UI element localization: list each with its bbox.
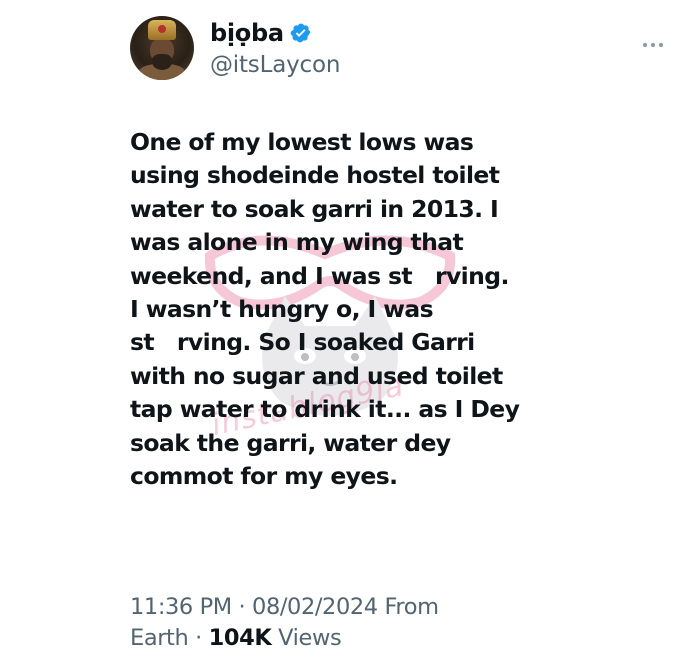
- tweet-line: commot for my eyes.: [130, 462, 398, 491]
- tweet-body: One of my lowest lows was using shodeind…: [130, 126, 560, 493]
- tweet-line: st rving. So I soaked Garri: [130, 328, 475, 357]
- screenshot-page: bịọba @itsLaycon instablog9ja One of my …: [0, 0, 675, 662]
- views-count[interactable]: 104K: [209, 625, 272, 651]
- timestamp[interactable]: 11:36 PM · 08/02/2024 From: [130, 592, 550, 623]
- tweet-line: soak the garri, water dey: [130, 428, 451, 457]
- tweet-line: I wasn’t hungry o, I was: [130, 295, 434, 324]
- tweet-card: bịọba @itsLaycon instablog9ja One of my …: [0, 0, 675, 662]
- tweet-line: water to soak garri in 2013. I: [130, 194, 499, 223]
- tweet-header: bịọba @itsLaycon: [130, 14, 663, 88]
- tweet-line: tap water to drink it... as I Dey: [130, 395, 520, 424]
- tweet-line: One of my lowest lows was: [130, 128, 474, 156]
- location-text: Earth ·: [130, 625, 209, 651]
- avatar[interactable]: [130, 16, 194, 80]
- tweet-meta: 11:36 PM · 08/02/2024 From Earth · 104K …: [130, 592, 550, 654]
- tweet-line: was alone in my wing that: [130, 228, 464, 257]
- display-name[interactable]: bịọba: [210, 19, 284, 47]
- views-row: Earth · 104K Views: [130, 623, 550, 654]
- verified-badge-icon: [290, 23, 311, 43]
- tweet-line: weekend, and I was st rving.: [130, 261, 509, 290]
- more-options-icon[interactable]: [643, 40, 669, 50]
- tweet-line: using shodeinde hostel toilet: [130, 161, 500, 190]
- tweet-line: with no sugar and used toilet: [130, 361, 503, 390]
- name-row: bịọba: [210, 18, 312, 48]
- user-handle[interactable]: @itsLaycon: [210, 52, 340, 78]
- views-label: Views: [271, 625, 342, 651]
